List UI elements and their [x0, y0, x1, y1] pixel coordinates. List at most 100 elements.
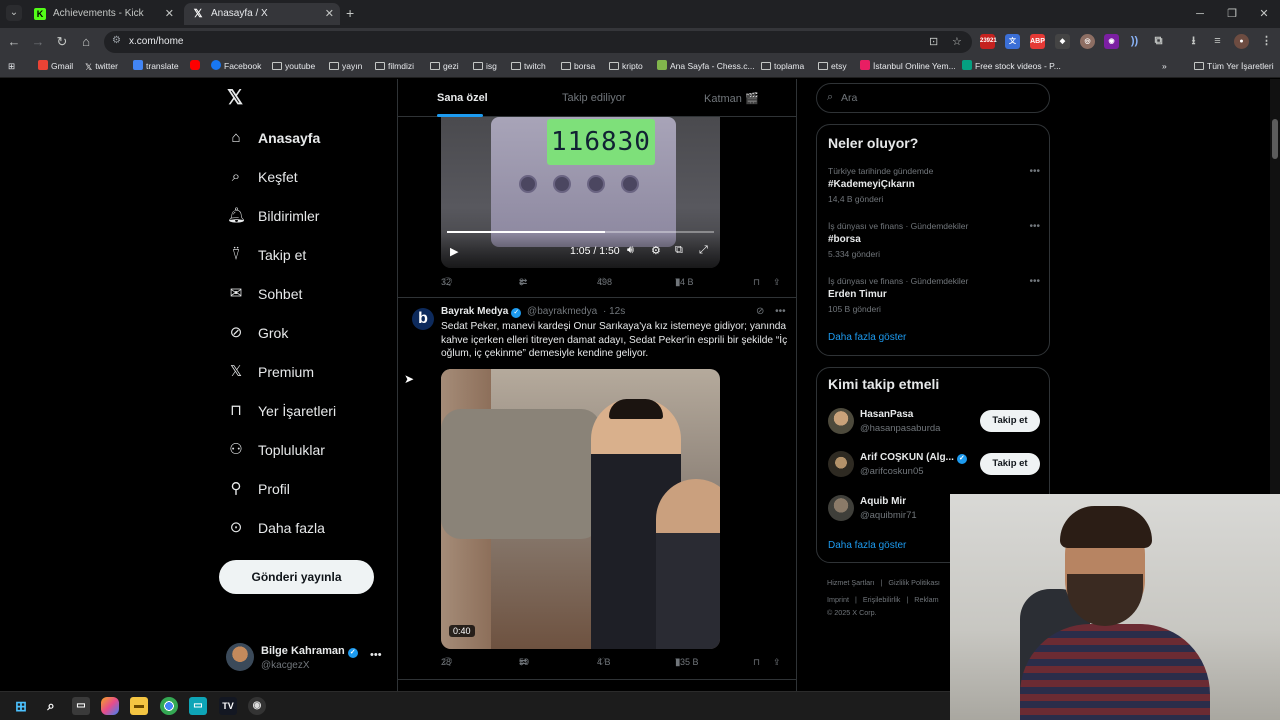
bookmark-yemek[interactable]: İstanbul Online Yem... [860, 60, 956, 72]
nav-item-profile[interactable]: ⚲ Profil [227, 477, 290, 501]
url-text[interactable]: x.com/home [129, 36, 183, 47]
bookmark-post-icon[interactable]: ⊓ [753, 657, 760, 668]
audio-ext-icon[interactable]: )) [1127, 34, 1142, 49]
extensions-puzzle-icon[interactable]: ⧉ [1151, 34, 1166, 49]
restore-icon[interactable]: ❐ [1216, 0, 1248, 28]
minimize-icon[interactable]: ─ [1184, 0, 1216, 28]
apps-grid-icon[interactable]: ⊞ [8, 60, 15, 72]
bookmark-translate[interactable]: translate [133, 60, 179, 72]
nav-item-follow[interactable]: ⍢ Takip et [227, 243, 306, 267]
video-progress-bar[interactable] [447, 231, 714, 233]
share-icon[interactable]: ⇪ [773, 277, 781, 288]
browser-tab-kick[interactable]: K Achievements - Kick Dashboard ✕ [26, 3, 180, 41]
menu-kebab-icon[interactable]: ⋮ [1259, 34, 1274, 49]
obs-icon[interactable]: ◉ [248, 697, 266, 715]
app-icon[interactable]: ▭ [189, 697, 207, 715]
author-handle[interactable]: @bayrakmedya [527, 306, 597, 317]
browser-tab-x[interactable]: 𝕏 Anasayfa / X ✕ [184, 3, 340, 25]
copilot-icon[interactable] [101, 697, 119, 715]
bookmark-chess[interactable]: Ana Sayfa - Chess.c... [657, 60, 755, 72]
nav-item-premium[interactable]: 𝕏 Premium [227, 360, 314, 384]
nav-item-messages[interactable]: ✉ Sohbet [227, 282, 303, 306]
more-dots-icon[interactable]: ••• [1029, 276, 1040, 287]
footer-link-ads[interactable]: Reklam [914, 595, 938, 604]
share-icon[interactable]: ⇪ [773, 657, 781, 668]
translate-ext-icon[interactable]: 文 [1005, 34, 1020, 49]
install-app-icon[interactable]: ⊡ [929, 35, 938, 48]
search-icon[interactable]: ⌕ [42, 697, 60, 715]
follow-button[interactable]: Takip et [980, 453, 1040, 475]
show-more-link[interactable]: Daha fazla göster [828, 332, 906, 343]
chrome-icon[interactable] [160, 697, 178, 715]
fullscreen-icon[interactable]: ⤢ [699, 244, 708, 257]
bookmark-youtube-icon[interactable] [190, 60, 203, 72]
scrollbar-thumb[interactable] [1272, 119, 1278, 159]
follow-suggestion[interactable]: HasanPasa @hasanpasaburda Takip et [828, 408, 1040, 436]
grok-explain-icon[interactable]: ⊘ [756, 306, 764, 317]
nav-item-communities[interactable]: ⚇ Topluluklar [227, 438, 325, 462]
author-name[interactable]: Bayrak Medya [441, 306, 508, 317]
bookmark-post-icon[interactable]: ⊓ [753, 277, 760, 288]
bookmarks-overflow-icon[interactable]: » [1162, 60, 1167, 72]
settings-icon[interactable]: ⚙ [651, 244, 661, 257]
site-info-icon[interactable]: ⚙ [112, 35, 121, 46]
tab-for-you[interactable]: Sana özel [437, 92, 488, 104]
video-player[interactable]: 116830 ▶ 1:05 / 1:50 🔊︎ ⚙ ⧉ ⤢ [441, 117, 720, 268]
x-logo-icon[interactable]: 𝕏 [227, 88, 245, 108]
bookmark-star-icon[interactable]: ☆ [952, 35, 962, 48]
nav-item-grok[interactable]: ⊘ Grok [227, 321, 289, 345]
adblock-icon[interactable]: ABP [1030, 34, 1045, 49]
downloads-icon[interactable]: ⭳ [1186, 34, 1201, 49]
more-dots-icon[interactable]: ••• [775, 306, 786, 317]
picture-in-picture-icon[interactable]: ⧉ [675, 244, 683, 257]
tab-search-icon[interactable]: ⌄ [6, 5, 22, 21]
extension-icon[interactable]: ◉ [1104, 34, 1119, 49]
bookmark-folder-toplama[interactable]: toplama [761, 60, 804, 72]
profile-avatar-icon[interactable]: ● [1234, 34, 1249, 49]
forward-icon[interactable]: → [30, 34, 46, 50]
account-switcher[interactable]: Bilge Kahraman ✓ @kacgezX ••• [226, 643, 386, 673]
trend-item[interactable]: Türkiye tarihinde gündemde #KademeyiÇıka… [828, 166, 1040, 204]
bookmark-folder-borsa[interactable]: borsa [561, 60, 595, 72]
nav-item-notifications[interactable]: 🔔︎ Bildirimler [227, 204, 319, 228]
video-player[interactable]: 0:40 [441, 369, 720, 649]
bookmark-facebook[interactable]: Facebook [211, 60, 261, 72]
close-tab-icon[interactable]: ✕ [325, 3, 334, 25]
close-window-icon[interactable]: ✕ [1248, 0, 1280, 28]
file-explorer-icon[interactable]: ▬ [130, 697, 148, 715]
more-dots-icon[interactable]: ••• [370, 649, 382, 661]
bookmark-folder-yayin[interactable]: yayın [329, 60, 362, 72]
volume-icon[interactable]: 🔊︎ [627, 244, 634, 257]
footer-link-accessibility[interactable]: Erişilebilirlik [863, 595, 901, 604]
post-button[interactable]: Gönderi yayınla [219, 560, 374, 594]
bookmark-stock-videos[interactable]: Free stock videos - P... [962, 60, 1061, 72]
back-icon[interactable]: ← [6, 34, 22, 50]
bookmark-folder-youtube[interactable]: youtube [272, 60, 315, 72]
footer-link-privacy[interactable]: Gizlilik Politikası [888, 578, 940, 587]
reading-list-icon[interactable]: ≡ [1210, 34, 1225, 49]
tradingview-icon[interactable]: TV [219, 697, 237, 715]
more-dots-icon[interactable]: ••• [1029, 166, 1040, 177]
follow-suggestion[interactable]: Arif COŞKUN (Alg... ✓ @arifcoskun05 Takip… [828, 451, 1040, 479]
avatar[interactable]: b [412, 308, 434, 330]
follow-button[interactable]: Takip et [980, 410, 1040, 432]
trend-item[interactable]: İş dünyası ve finans · Gündemdekiler Erd… [828, 276, 1040, 314]
trend-item[interactable]: İş dünyası ve finans · Gündemdekiler #bo… [828, 221, 1040, 259]
show-more-link[interactable]: Daha fazla göster [828, 540, 906, 551]
nav-item-home[interactable]: ⌂ Anasayfa [227, 126, 320, 150]
footer-link-imprint[interactable]: Imprint [827, 595, 849, 604]
bookmark-folder-gezi[interactable]: gezi [430, 60, 459, 72]
nav-item-explore[interactable]: ⌕ Keşfet [227, 165, 298, 189]
bookmark-gmail[interactable]: Gmail [38, 60, 73, 72]
search-input[interactable]: ⌕ Ara [816, 83, 1050, 113]
tab-following[interactable]: Takip ediliyor [562, 92, 626, 104]
extension-icon[interactable]: ◎ [1080, 34, 1095, 49]
bookmark-folder-filmdizi[interactable]: filmdizi [375, 60, 414, 72]
new-tab-button[interactable]: + [346, 5, 354, 21]
nav-item-more[interactable]: ⊙ Daha fazla [227, 516, 325, 540]
close-tab-icon[interactable]: ✕ [165, 3, 174, 25]
play-icon[interactable]: ▶ [450, 245, 458, 258]
tab-katman[interactable]: Katman 🎬 [704, 92, 759, 105]
extension-icon[interactable]: ◆ [1055, 34, 1070, 49]
post-time[interactable]: · 12s [603, 306, 625, 317]
